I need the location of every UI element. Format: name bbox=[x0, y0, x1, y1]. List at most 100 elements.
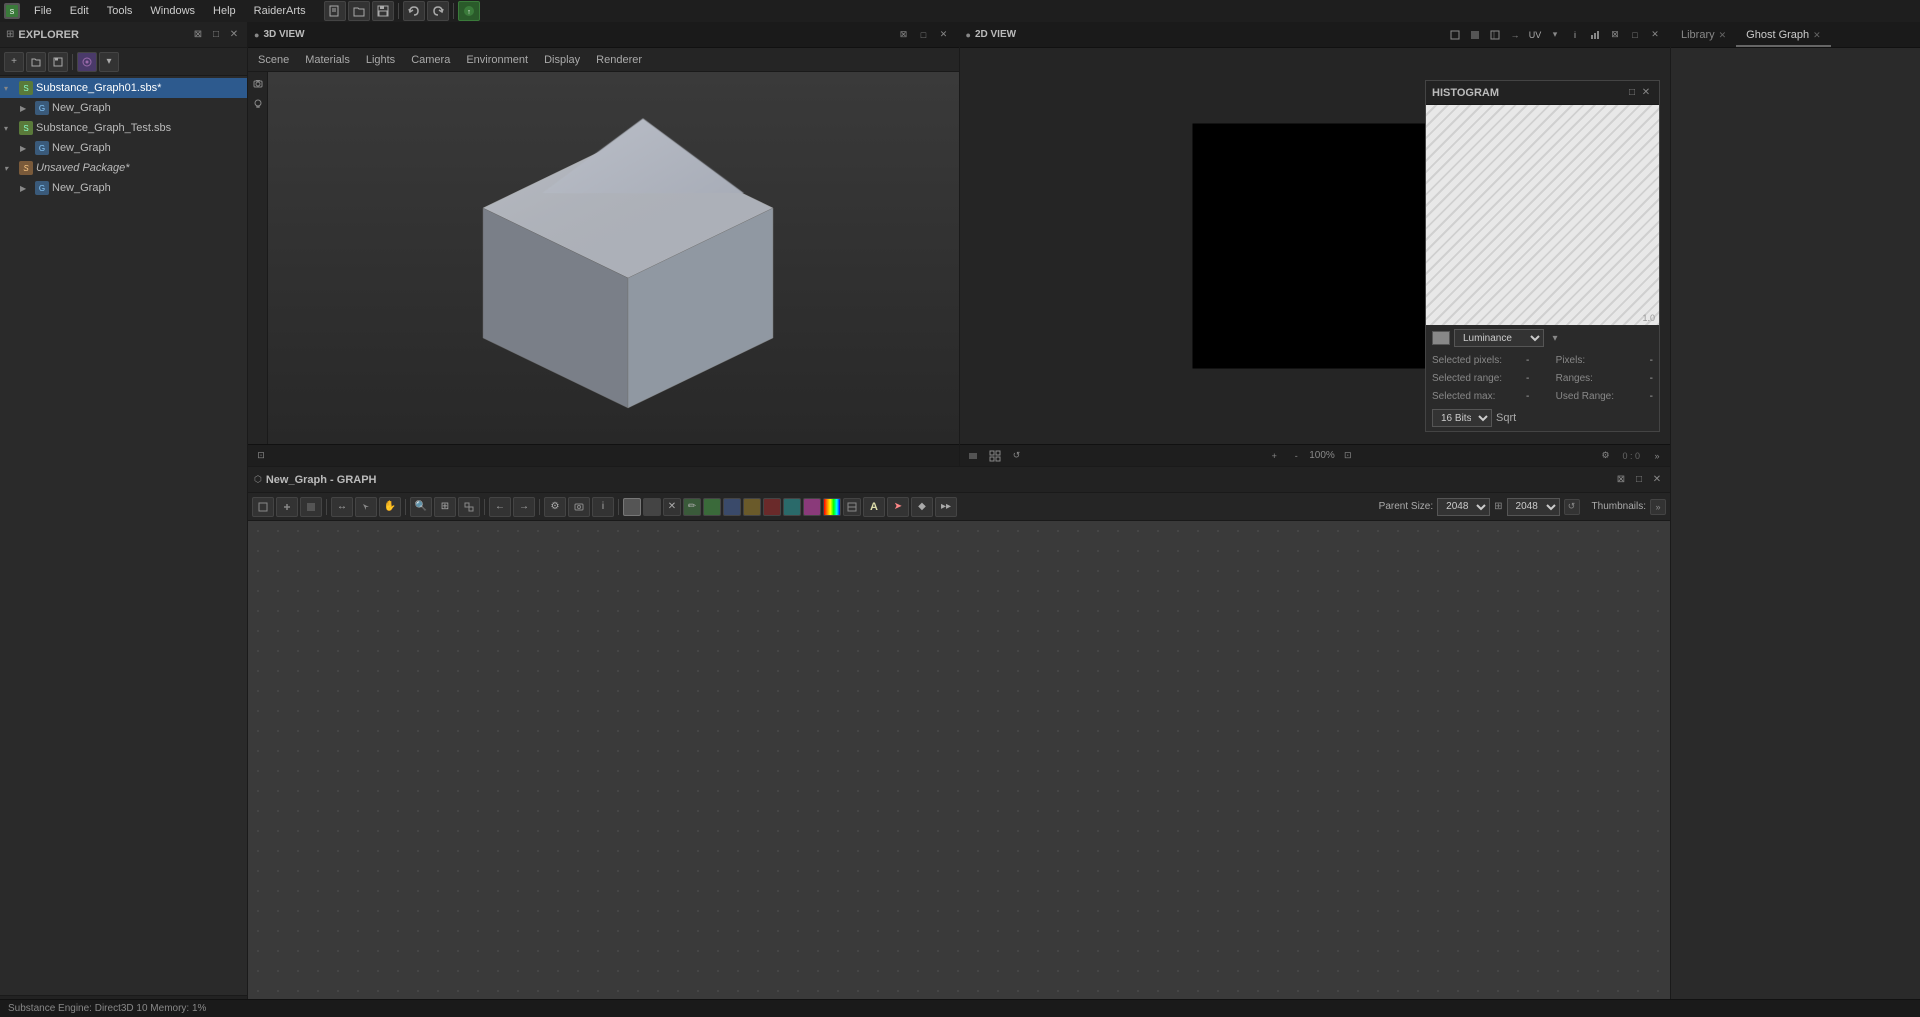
scene-menu-environment[interactable]: Environment bbox=[462, 54, 532, 66]
menu-raiderarts[interactable]: RaiderArts bbox=[246, 3, 314, 19]
gt-redo-btn[interactable]: → bbox=[513, 497, 535, 517]
gt-info-btn[interactable]: i bbox=[592, 497, 614, 517]
open-btn[interactable] bbox=[348, 1, 370, 21]
view2d-arrow-btn[interactable]: → bbox=[1506, 27, 1524, 43]
scene-menu-camera[interactable]: Camera bbox=[407, 54, 454, 66]
menu-windows[interactable]: Windows bbox=[142, 3, 203, 19]
scene-menu-scene[interactable]: Scene bbox=[254, 54, 293, 66]
view3d-close-btn[interactable]: ✕ bbox=[935, 27, 953, 43]
view3d-cam-btn[interactable] bbox=[249, 76, 267, 92]
gt-move-btn[interactable]: ↔ bbox=[331, 497, 353, 517]
view3d-max-btn[interactable]: □ bbox=[915, 27, 933, 43]
viewport-3d[interactable] bbox=[268, 72, 959, 444]
histogram-mode-select[interactable]: Luminance bbox=[1454, 329, 1544, 347]
gt-mask-btn[interactable] bbox=[843, 498, 861, 516]
view2d-zoom-in-btn[interactable]: + bbox=[1265, 448, 1283, 464]
tab-library[interactable]: Library ✕ bbox=[1671, 25, 1736, 47]
view2d-zoom-out-btn[interactable]: - bbox=[1287, 448, 1305, 464]
menu-help[interactable]: Help bbox=[205, 3, 244, 19]
gt-search-btn[interactable]: 🔍 bbox=[410, 497, 432, 517]
histogram-bits-select[interactable]: 16 Bits8 Bits bbox=[1432, 409, 1492, 427]
explorer-max-btn[interactable]: □ bbox=[209, 28, 223, 42]
tab-ghost-graph[interactable]: Ghost Graph ✕ bbox=[1736, 25, 1831, 47]
graph-canvas[interactable] bbox=[248, 521, 1670, 1017]
gt-node-gray2[interactable] bbox=[643, 498, 661, 516]
gt-node-gray[interactable] bbox=[623, 498, 641, 516]
gt-node-yel[interactable] bbox=[743, 498, 761, 516]
histogram-max-btn[interactable]: □ bbox=[1625, 86, 1639, 100]
gt-btn-3[interactable] bbox=[300, 497, 322, 517]
new-btn[interactable] bbox=[324, 1, 346, 21]
gt-node-cyan[interactable] bbox=[783, 498, 801, 516]
menu-edit[interactable]: Edit bbox=[62, 3, 97, 19]
gt-arrow-btn[interactable]: ➤ bbox=[887, 497, 909, 517]
thumbnails-btn[interactable]: » bbox=[1650, 499, 1666, 515]
graph-close-btn[interactable]: ✕ bbox=[1650, 473, 1664, 487]
view2d-grid-btn[interactable] bbox=[986, 448, 1004, 464]
view2d-btn1[interactable] bbox=[1446, 27, 1464, 43]
publish-btn[interactable]: ↑ bbox=[458, 1, 480, 21]
scene-menu-renderer[interactable]: Renderer bbox=[592, 54, 646, 66]
view2d-fit-btn[interactable]: ⊡ bbox=[1339, 448, 1357, 464]
view2d-uv-btn[interactable]: UV bbox=[1526, 27, 1544, 43]
exp-dropdown-btn[interactable]: ▾ bbox=[99, 52, 119, 72]
view2d-rotate-btn[interactable]: ↺ bbox=[1008, 448, 1026, 464]
gt-align-btn[interactable]: ⊞ bbox=[434, 497, 456, 517]
scene-menu-display[interactable]: Display bbox=[540, 54, 584, 66]
gt-select-btn[interactable] bbox=[355, 497, 377, 517]
view2d-btn3[interactable] bbox=[1486, 27, 1504, 43]
tree-item-graph3[interactable]: ▶ G New_Graph bbox=[0, 178, 247, 198]
gt-node-pink[interactable] bbox=[803, 498, 821, 516]
graph-pin-btn[interactable]: ⊠ bbox=[1614, 473, 1628, 487]
exp-link-btn[interactable] bbox=[77, 52, 97, 72]
scene-menu-lights[interactable]: Lights bbox=[362, 54, 399, 66]
view2d-settings-btn[interactable]: ⚙ bbox=[1596, 448, 1614, 464]
view3d-light-btn[interactable] bbox=[249, 96, 267, 112]
view2d-chart-btn[interactable] bbox=[1586, 27, 1604, 43]
view2d-btn2[interactable] bbox=[1466, 27, 1484, 43]
menu-file[interactable]: File bbox=[26, 3, 60, 19]
exp-new-btn[interactable]: + bbox=[4, 52, 24, 72]
ghost-graph-tab-close[interactable]: ✕ bbox=[1813, 30, 1821, 41]
gt-node-blue[interactable] bbox=[723, 498, 741, 516]
menu-tools[interactable]: Tools bbox=[99, 3, 141, 19]
parent-size-refresh[interactable]: ↺ bbox=[1564, 499, 1580, 515]
parent-size-w-select[interactable]: 20481024512 bbox=[1437, 498, 1490, 516]
view2d-layer-btn[interactable] bbox=[964, 448, 982, 464]
view2d-close-btn[interactable]: ✕ bbox=[1646, 27, 1664, 43]
tree-item-pkg3[interactable]: ▾ S Unsaved Package* bbox=[0, 158, 247, 178]
undo-btn[interactable] bbox=[403, 1, 425, 21]
gt-more-btn[interactable]: ⚙ bbox=[544, 497, 566, 517]
gt-btn-2[interactable] bbox=[276, 497, 298, 517]
gt-node-rainbow[interactable] bbox=[823, 498, 841, 516]
save-btn[interactable] bbox=[372, 1, 394, 21]
gt-more2-btn[interactable]: ▸▸ bbox=[935, 497, 957, 517]
exp-save-btn[interactable] bbox=[48, 52, 68, 72]
redo-btn[interactable] bbox=[427, 1, 449, 21]
view2d-info-btn[interactable]: i bbox=[1566, 27, 1584, 43]
gt-undo-btn[interactable]: ← bbox=[489, 497, 511, 517]
tree-item-graph2[interactable]: ▶ G New_Graph bbox=[0, 138, 247, 158]
scene-menu-materials[interactable]: Materials bbox=[301, 54, 354, 66]
gt-hand-btn[interactable]: ✋ bbox=[379, 497, 401, 517]
view2d-uv-dropdown[interactable]: ▾ bbox=[1546, 27, 1564, 43]
view2d-extra-btn[interactable]: » bbox=[1648, 448, 1666, 464]
gt-node-pen[interactable]: ✏ bbox=[683, 498, 701, 516]
library-tab-close[interactable]: ✕ bbox=[1719, 30, 1727, 41]
gt-node-del[interactable]: ✕ bbox=[663, 498, 681, 516]
gt-group-btn[interactable] bbox=[458, 497, 480, 517]
gt-node-green[interactable] bbox=[703, 498, 721, 516]
histogram-close-btn[interactable]: ✕ bbox=[1639, 86, 1653, 100]
parent-size-h-select[interactable]: 20481024512 bbox=[1507, 498, 1560, 516]
gt-A-btn[interactable]: A bbox=[863, 497, 885, 517]
view2d-max-btn[interactable]: □ bbox=[1626, 27, 1644, 43]
gt-node-red[interactable] bbox=[763, 498, 781, 516]
gt-btn-1[interactable] bbox=[252, 497, 274, 517]
explorer-close-btn[interactable]: ✕ bbox=[227, 28, 241, 42]
tree-item-pkg1[interactable]: ▾ S Substance_Graph01.sbs* bbox=[0, 78, 247, 98]
exp-open-btn[interactable] bbox=[26, 52, 46, 72]
graph-max-btn[interactable]: □ bbox=[1632, 473, 1646, 487]
view3d-pin-btn[interactable]: ⊠ bbox=[895, 27, 913, 43]
tree-item-graph1[interactable]: ▶ G New_Graph bbox=[0, 98, 247, 118]
gt-cam-btn[interactable] bbox=[568, 497, 590, 517]
